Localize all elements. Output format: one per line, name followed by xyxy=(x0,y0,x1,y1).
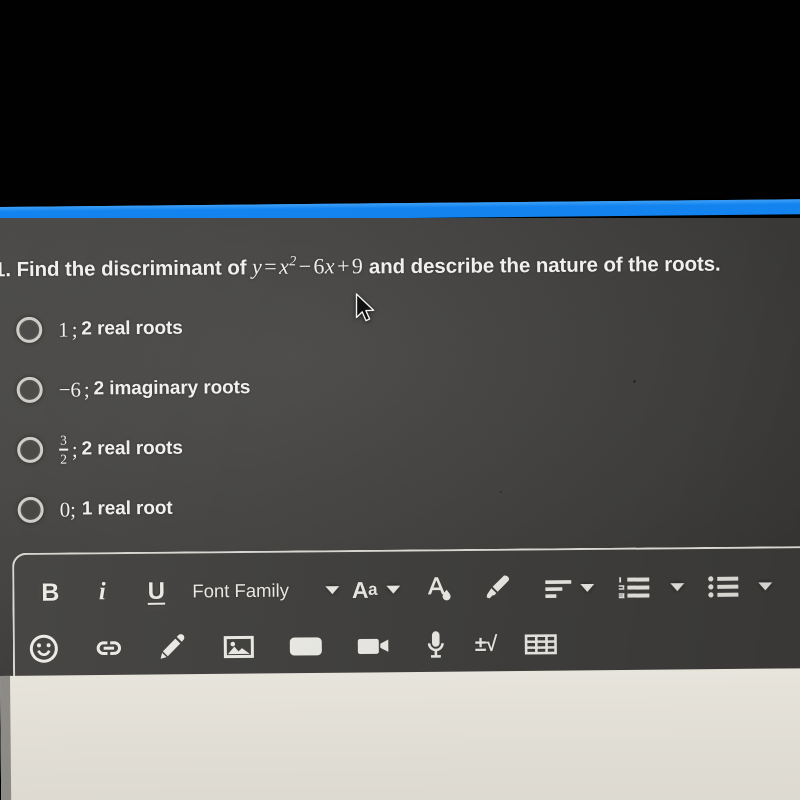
option-label-b: −6 ; 2 imaginary roots xyxy=(59,376,251,403)
option-label-d: 0; 1 real root xyxy=(60,496,173,522)
option-c-fraction: 3 2 xyxy=(59,432,68,467)
option-b-separator: ; xyxy=(83,376,90,401)
text-color-icon[interactable] xyxy=(422,567,456,611)
bold-icon[interactable]: B xyxy=(24,570,76,614)
font-family-select[interactable]: Font Family xyxy=(184,568,299,613)
font-size-icon[interactable]: Aa xyxy=(349,568,380,612)
emoji-icon[interactable] xyxy=(27,627,61,671)
math-icon[interactable]: ±√ xyxy=(475,623,497,667)
option-b-value: −6 xyxy=(58,376,81,402)
align-icon[interactable] xyxy=(542,566,574,610)
underline-icon[interactable]: U xyxy=(128,569,184,613)
option-d-value: 0; xyxy=(59,497,76,522)
option-d-description: 1 real root xyxy=(81,497,173,520)
eq-minus: − xyxy=(298,253,312,279)
screen-photo: 1. Find the discriminant of y=x2−6x+9 an… xyxy=(0,0,800,800)
video-icon[interactable] xyxy=(287,624,325,668)
numbered-list-icon[interactable] xyxy=(616,565,652,609)
align-chevron-down-icon[interactable] xyxy=(580,583,595,593)
option-label-c: 3 2 ; 2 real roots xyxy=(59,432,183,466)
question-text-before-math: Find the discriminant of xyxy=(16,256,247,282)
option-row-b[interactable]: −6 ; 2 imaginary roots xyxy=(16,356,516,420)
table-icon[interactable] xyxy=(523,622,559,666)
answer-options-list: 1 ; 2 real roots −6 ; 2 imaginary roots … xyxy=(16,296,518,540)
eq-x: x xyxy=(278,254,290,280)
font-size-chevron-down-icon[interactable] xyxy=(386,585,401,594)
radio-button-a[interactable] xyxy=(16,316,43,343)
numbered-list-chevron-down-icon[interactable] xyxy=(670,583,685,592)
eq-six: 6 xyxy=(313,253,325,279)
toolbar-row-insert: ±√ xyxy=(27,618,559,675)
question-number: 1. xyxy=(0,258,12,282)
font-family-chevron-down-icon[interactable] xyxy=(324,586,340,595)
image-icon[interactable] xyxy=(221,625,257,669)
bulleted-list-chevron-down-icon[interactable] xyxy=(758,582,773,591)
option-label-a: 1 ; 2 real roots xyxy=(58,316,183,342)
fraction-bar xyxy=(59,448,68,451)
microphone-icon[interactable] xyxy=(423,623,449,667)
radio-button-c[interactable] xyxy=(17,436,44,463)
record-icon[interactable] xyxy=(355,624,393,668)
option-c-separator: ; xyxy=(71,437,78,462)
eq-plus: + xyxy=(336,253,350,279)
option-row-c[interactable]: 3 2 ; 2 real roots xyxy=(17,416,517,480)
radio-button-b[interactable] xyxy=(16,376,43,403)
eq-nine: 9 xyxy=(351,253,364,279)
option-row-d[interactable]: 0; 1 real root xyxy=(17,476,517,540)
option-a-value: 1 xyxy=(58,317,69,342)
question-equation: y=x2−6x+9 xyxy=(252,253,363,279)
highlight-icon[interactable] xyxy=(482,567,516,611)
fraction-denominator: 2 xyxy=(60,451,67,467)
dust-speck xyxy=(633,380,636,383)
link-icon[interactable] xyxy=(91,626,127,670)
radio-button-d[interactable] xyxy=(17,496,44,523)
fraction-numerator: 3 xyxy=(60,432,67,448)
eq-exponent: 2 xyxy=(289,253,297,270)
italic-icon[interactable]: i xyxy=(76,570,128,614)
question-text-after-math: and describe the nature of the roots. xyxy=(368,252,721,279)
draw-icon[interactable] xyxy=(157,625,191,669)
option-b-description: 2 imaginary roots xyxy=(93,377,251,400)
eq-y: y xyxy=(251,254,263,280)
option-c-description: 2 real roots xyxy=(81,437,183,460)
eq-x2: x xyxy=(324,253,336,279)
answer-input-area[interactable] xyxy=(0,668,800,800)
toolbar-row-formatting: B i U Font Family Aa xyxy=(24,560,773,619)
answer-area-left-edge xyxy=(0,675,12,800)
bulleted-list-icon[interactable] xyxy=(706,565,740,609)
rich-text-editor-toolbar: B i U Font Family Aa ±√ xyxy=(12,545,800,686)
option-a-description: 2 real roots xyxy=(81,317,183,340)
eq-equals: = xyxy=(264,254,278,280)
option-a-separator: ; xyxy=(71,317,78,342)
black-top-area xyxy=(0,0,800,209)
option-row-a[interactable]: 1 ; 2 real roots xyxy=(16,296,516,360)
